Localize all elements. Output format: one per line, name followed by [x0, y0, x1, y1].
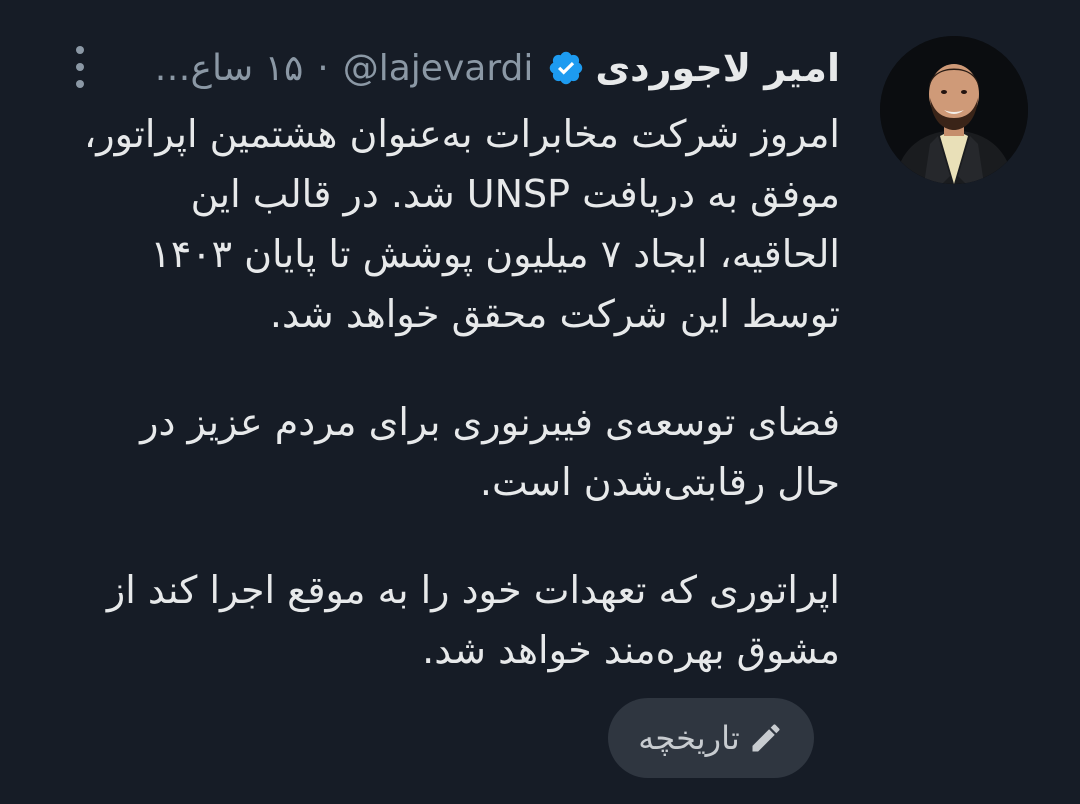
- more-dot: [76, 80, 84, 88]
- more-vertical-icon[interactable]: [60, 42, 100, 92]
- verified-badge-icon: [547, 49, 585, 87]
- pencil-icon: [748, 720, 784, 756]
- avatar[interactable]: [880, 36, 1028, 184]
- meta-separator: ·: [317, 47, 329, 89]
- tweet-paragraph: امروز شرکت مخابرات به‌عنوان هشتمین اپرات…: [84, 112, 840, 336]
- edit-history-button[interactable]: تاریخچه: [608, 698, 814, 778]
- tweet-timestamp[interactable]: ۱۵ ساع…: [155, 48, 304, 89]
- edit-history-label: تاریخچه: [638, 719, 740, 757]
- tweet-paragraph: اپراتوری که تعهدات خود را به موقع اجرا ک…: [106, 568, 840, 672]
- author-handle[interactable]: @lajevardi: [343, 48, 534, 89]
- more-dot: [76, 46, 84, 54]
- tweet-paragraph: فضای توسعه‌ی فیبرنوری برای مردم عزیز در …: [140, 400, 840, 504]
- tweet-card: امیر لاجوردی @lajevardi · ۱۵ ساع… امروز …: [0, 0, 1080, 804]
- author-display-name[interactable]: امیر لاجوردی: [595, 46, 840, 90]
- tweet-header: امیر لاجوردی @lajevardi · ۱۵ ساع…: [155, 40, 840, 96]
- more-dot: [76, 63, 84, 71]
- tweet-text: امروز شرکت مخابرات به‌عنوان هشتمین اپرات…: [70, 104, 840, 728]
